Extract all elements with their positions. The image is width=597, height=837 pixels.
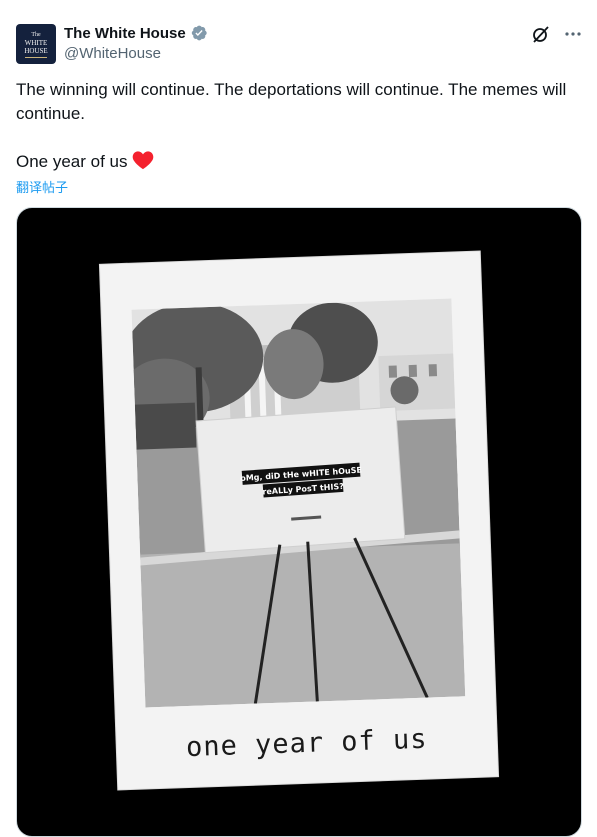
- tweet-line-2: One year of us: [16, 150, 576, 174]
- translate-post-link[interactable]: 翻译帖子: [16, 177, 68, 196]
- tweet-text: The winning will continue. The deportati…: [16, 78, 576, 174]
- photo-scene: oMg, diD tHe wHITE hOuSE reALLy PosT tHI…: [131, 298, 466, 708]
- avatar-line-3: HOUSE: [24, 46, 48, 55]
- tweet-media[interactable]: oMg, diD tHe wHITE hOuSE reALLy PosT tHI…: [16, 207, 582, 837]
- top-actions: [531, 24, 583, 44]
- tweet-line-2-text: One year of us: [16, 152, 128, 171]
- avatar-rule: [25, 56, 47, 58]
- tweet-line-1: The winning will continue. The deportati…: [16, 80, 567, 123]
- avatar-line-2: WHITE: [24, 38, 48, 47]
- author-name-row: The White House: [64, 24, 208, 42]
- more-icon[interactable]: [563, 24, 583, 44]
- avatar-line-1: The: [31, 31, 41, 38]
- account-handle[interactable]: @WhiteHouse: [64, 45, 161, 62]
- polaroid-caption: one year of us: [185, 723, 429, 764]
- verified-badge-icon: [191, 25, 207, 41]
- profile-avatar[interactable]: The WHITE HOUSE: [16, 24, 56, 64]
- photo-white-house: oMg, diD tHe wHITE hOuSE reALLy PosT tHI…: [131, 298, 466, 708]
- polaroid-frame: oMg, diD tHe wHITE hOuSE reALLy PosT tHI…: [99, 251, 499, 790]
- grok-icon[interactable]: [531, 24, 551, 44]
- display-name[interactable]: The White House: [64, 25, 186, 42]
- heart-icon: [132, 151, 153, 170]
